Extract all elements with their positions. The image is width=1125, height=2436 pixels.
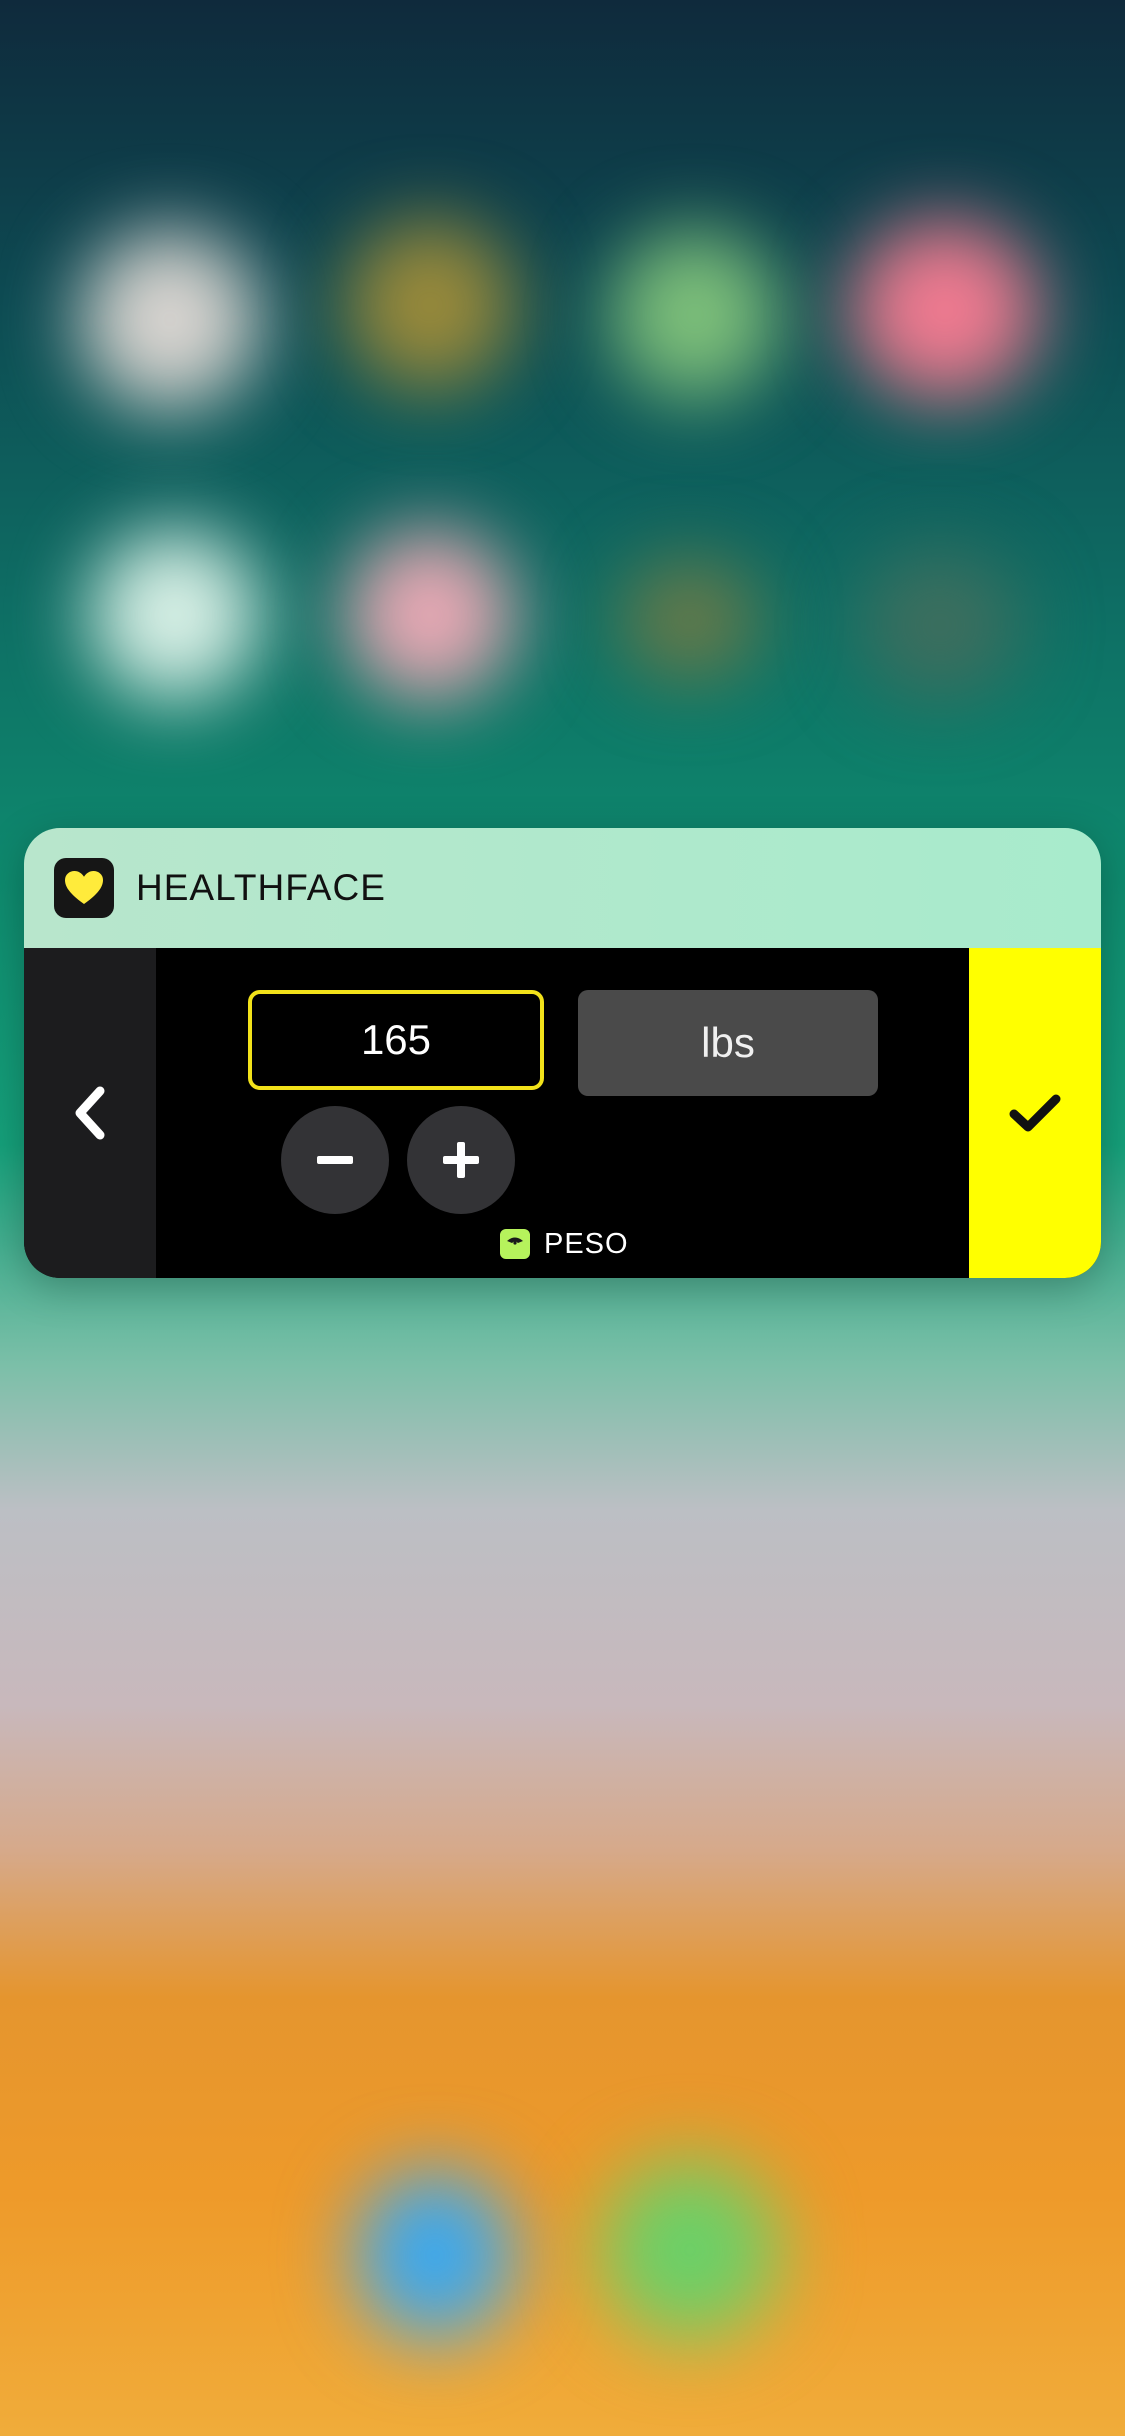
plus-icon xyxy=(443,1142,479,1178)
unit-selector[interactable]: lbs xyxy=(578,990,878,1096)
heart-icon xyxy=(65,871,103,904)
blurred-dock-icon xyxy=(355,2170,515,2340)
metric-label: PESO xyxy=(500,1224,629,1264)
blurred-app-icon xyxy=(345,220,515,390)
checkmark-icon xyxy=(1009,1094,1061,1132)
widget-header: HEALTHFACE xyxy=(24,828,1101,948)
increment-button[interactable] xyxy=(407,1106,515,1214)
blurred-app-icon xyxy=(610,230,780,400)
blurred-app-icon xyxy=(850,220,1040,400)
value-input[interactable]: 165 xyxy=(248,990,544,1090)
blurred-app-icon xyxy=(90,530,260,700)
app-name: HEALTHFACE xyxy=(136,867,386,908)
home-screen-background: HEALTHFACE 165 lbs PESO xyxy=(0,0,1125,2436)
metric-name: PESO xyxy=(544,1227,629,1260)
confirm-button[interactable] xyxy=(969,948,1101,1278)
minus-icon xyxy=(317,1156,353,1164)
blurred-app-icon xyxy=(860,550,1020,700)
blurred-app-icon xyxy=(345,530,515,700)
quick-entry-widget: HEALTHFACE 165 lbs PESO xyxy=(24,828,1101,1278)
chevron-left-icon xyxy=(75,1086,105,1140)
scale-icon xyxy=(500,1229,530,1259)
back-button[interactable] xyxy=(24,948,156,1278)
blurred-dock-icon xyxy=(600,2160,780,2340)
app-icon xyxy=(54,858,114,918)
blurred-app-icon xyxy=(620,560,760,680)
decrement-button[interactable] xyxy=(281,1106,389,1214)
widget-body: 165 lbs PESO xyxy=(24,948,1101,1278)
blurred-app-icon xyxy=(80,230,260,410)
